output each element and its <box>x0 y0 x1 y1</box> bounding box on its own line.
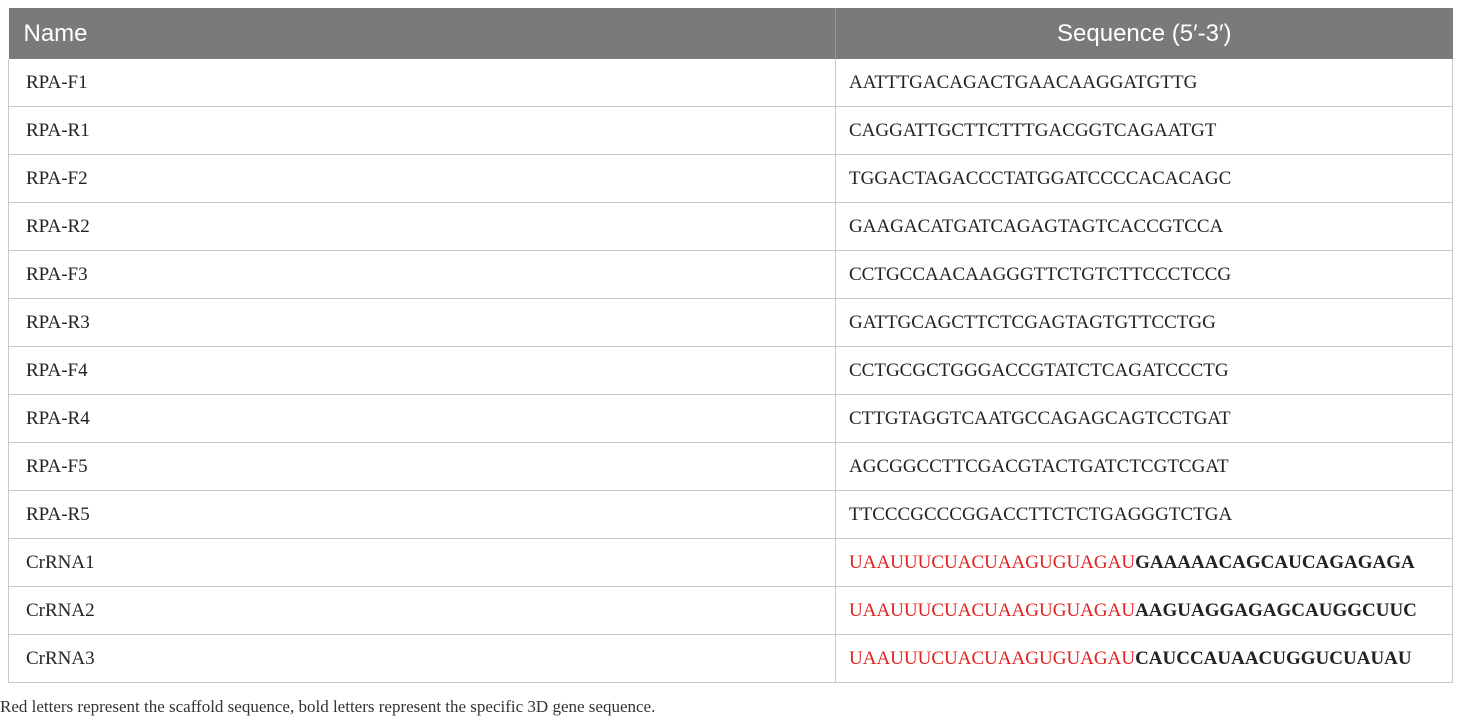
table-row: RPA-F3 CCTGCCAACAAGGGTTCTGTCTTCCCTCCG <box>8 250 1453 299</box>
table-row: RPA-R5 TTCCCGCCCGGACCTTCTCTGAGGGTCTGA <box>8 490 1453 539</box>
row-sequence-cell: TTCCCGCCCGGACCTTCTCTGAGGGTCTGA <box>835 490 1453 539</box>
gene-sequence: AAGUAGGAGAGCAUGGCUUC <box>1135 599 1417 621</box>
table-row: RPA-F1 AATTTGACAGACTGAACAAGGATGTTG <box>8 59 1453 107</box>
row-sequence-cell: CCTGCGCTGGGACCGTATCTCAGATCCCTG <box>835 346 1453 395</box>
row-sequence-cell: AATTTGACAGACTGAACAAGGATGTTG <box>835 59 1453 107</box>
row-sequence-cell: GAAGACATGATCAGAGTAGTCACCGTCCA <box>835 202 1453 251</box>
column-header-name: Name <box>8 8 836 59</box>
row-name-cell: RPA-F2 <box>8 154 836 203</box>
gene-sequence: CAUCCAUAACUGGUCUAUAU <box>1135 647 1412 669</box>
table-row: RPA-R2 GAAGACATGATCAGAGTAGTCACCGTCCA <box>8 202 1453 251</box>
row-name-cell: CrRNA2 <box>8 586 836 635</box>
row-sequence-cell: GATTGCAGCTTCTCGAGTAGTGTTCCTGG <box>835 298 1453 347</box>
header-row: Name Sequence (5′-3′) <box>8 8 1453 59</box>
row-name-cell: RPA-R3 <box>8 298 836 347</box>
row-sequence-cell: CCTGCCAACAAGGGTTCTGTCTTCCCTCCG <box>835 250 1453 299</box>
scaffold-sequence: UAAUUUCUACUAAGUGUAGAU <box>849 647 1136 669</box>
scaffold-sequence: UAAUUUCUACUAAGUGUAGAU <box>849 551 1136 573</box>
row-sequence-cell: TGGACTAGACCCTATGGATCCCCACACAGC <box>835 154 1453 203</box>
row-name-cell: CrRNA3 <box>8 634 836 683</box>
row-name-cell: RPA-R5 <box>8 490 836 539</box>
row-sequence-cell: CAGGATTGCTTCTTTGACGGTCAGAATGT <box>835 106 1453 155</box>
table-footnote: Red letters represent the scaffold seque… <box>0 697 656 716</box>
table-row: RPA-R1 CAGGATTGCTTCTTTGACGGTCAGAATGT <box>8 106 1453 155</box>
row-sequence-cell: UAAUUUCUACUAAGUGUAGAUAAGUAGGAGAGCAUGGCUU… <box>835 586 1453 635</box>
crrna-row: CrRNA3 UAAUUUCUACUAAGUGUAGAUCAUCCAUAACUG… <box>8 634 1453 683</box>
primer-table-container: Name Sequence (5′-3′) RPA-F1 AATTTGACAGA… <box>8 8 1453 683</box>
primer-sequence-table: Name Sequence (5′-3′) RPA-F1 AATTTGACAGA… <box>8 8 1453 683</box>
table-row: RPA-F5 AGCGGCCTTCGACGTACTGATCTCGTCGAT <box>8 442 1453 491</box>
table-header: Name Sequence (5′-3′) <box>8 8 1453 59</box>
column-header-sequence: Sequence (5′-3′) <box>835 8 1453 59</box>
row-name-cell: RPA-F3 <box>8 250 836 299</box>
table-row: RPA-R4 CTTGTAGGTCAATGCCAGAGCAGTCCTGAT <box>8 394 1453 443</box>
table-row: RPA-R3 GATTGCAGCTTCTCGAGTAGTGTTCCTGG <box>8 298 1453 347</box>
crrna-row: CrRNA2 UAAUUUCUACUAAGUGUAGAUAAGUAGGAGAGC… <box>8 586 1453 635</box>
row-name-cell: CrRNA1 <box>8 538 836 587</box>
row-name-cell: RPA-F1 <box>8 59 836 107</box>
crrna-row: CrRNA1 UAAUUUCUACUAAGUGUAGAUGAAAAACAGCAU… <box>8 538 1453 587</box>
row-sequence-cell: UAAUUUCUACUAAGUGUAGAUGAAAAACAGCAUCAGAGAG… <box>835 538 1453 587</box>
row-sequence-cell: CTTGTAGGTCAATGCCAGAGCAGTCCTGAT <box>835 394 1453 443</box>
scaffold-sequence: UAAUUUCUACUAAGUGUAGAU <box>849 599 1136 621</box>
gene-sequence: GAAAAACAGCAUCAGAGAGA <box>1135 551 1415 573</box>
table-body: RPA-F1 AATTTGACAGACTGAACAAGGATGTTG RPA-R… <box>8 59 1453 683</box>
row-sequence-cell: UAAUUUCUACUAAGUGUAGAUCAUCCAUAACUGGUCUAUA… <box>835 634 1453 683</box>
row-name-cell: RPA-F4 <box>8 346 836 395</box>
table-row: RPA-F4 CCTGCGCTGGGACCGTATCTCAGATCCCTG <box>8 346 1453 395</box>
row-name-cell: RPA-R1 <box>8 106 836 155</box>
row-name-cell: RPA-R4 <box>8 394 836 443</box>
row-name-cell: RPA-R2 <box>8 202 836 251</box>
row-sequence-cell: AGCGGCCTTCGACGTACTGATCTCGTCGAT <box>835 442 1453 491</box>
row-name-cell: RPA-F5 <box>8 442 836 491</box>
table-row: RPA-F2 TGGACTAGACCCTATGGATCCCCACACAGC <box>8 154 1453 203</box>
